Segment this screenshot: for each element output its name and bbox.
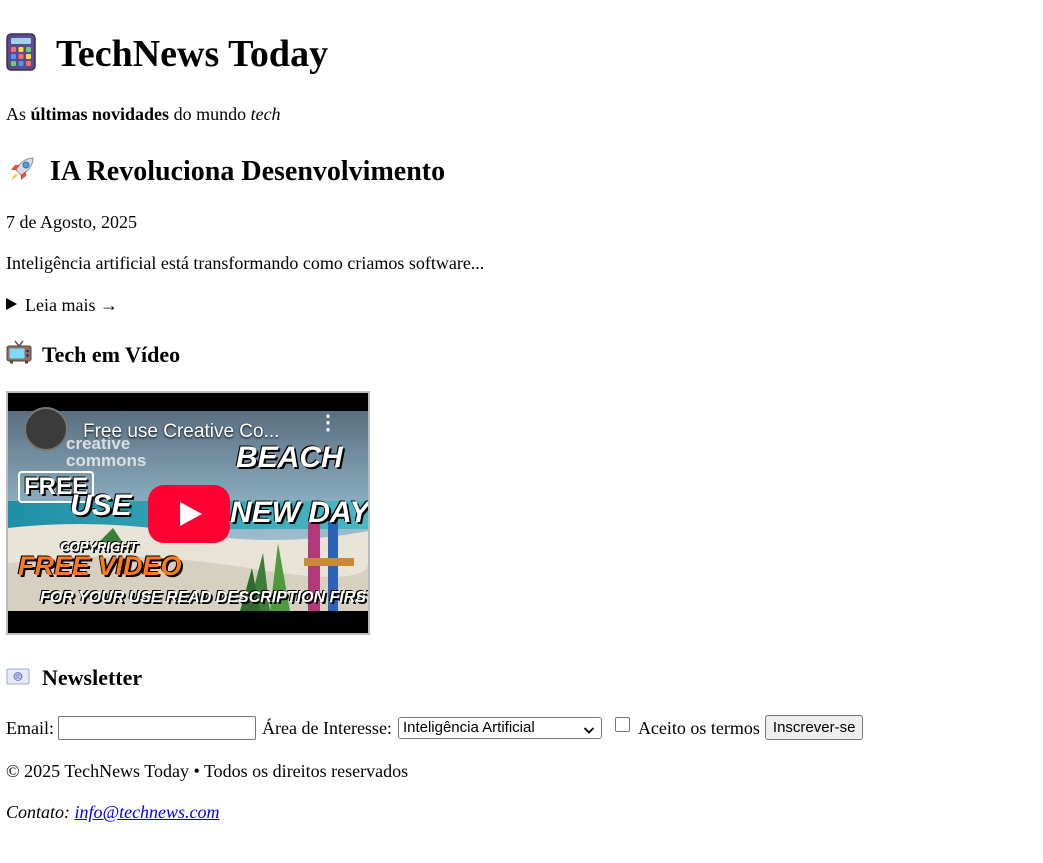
contact-label: Contato: [6, 802, 71, 822]
svg-text:@: @ [15, 673, 22, 681]
video-section-heading: Tech em Vídeo [42, 341, 181, 367]
rocket-icon [6, 153, 38, 190]
site-header: TechNews Today [6, 28, 328, 80]
article-header: IA Revoluciona Desenvolvimento [6, 153, 445, 190]
tagline-bold: últimas novidades [30, 104, 170, 124]
terms-label: Aceito os termos [637, 717, 760, 738]
read-more-label: Leia mais → [25, 295, 118, 315]
terms-checkbox[interactable] [614, 717, 630, 732]
article-date: 7 de Agosto, 2025 [6, 212, 138, 232]
interest-label: Área de Interesse: [262, 717, 392, 738]
disclosure-triangle-icon [6, 298, 17, 310]
more-options-icon[interactable]: ⋮ [318, 413, 338, 433]
interest-select[interactable]: Inteligência Artificial [397, 716, 602, 742]
channel-avatar[interactable] [24, 407, 68, 451]
video-title[interactable]: Free use Creative Co... [83, 421, 279, 443]
newsletter-header: @ Newsletter [6, 664, 142, 692]
email-label: Email: [6, 717, 54, 738]
video-section-header: Tech em Vídeo [6, 340, 180, 369]
video-embed[interactable]: creative commons Free use Creative Co...… [6, 391, 370, 635]
footer-contact: Contato: info@technews.com [6, 801, 220, 823]
read-more-toggle[interactable]: Leia mais → [6, 294, 118, 316]
email-field[interactable] [58, 715, 256, 740]
tagline: As últimas novidades do mundo tech [6, 103, 281, 125]
thumb-text-beach: BEACH [236, 441, 343, 474]
site-title: TechNews Today [56, 33, 329, 75]
newsletter-form: Email: Área de Interesse: Inteligência A… [6, 715, 864, 742]
subscribe-button[interactable]: Inscrever-se [764, 715, 864, 740]
thumb-text-new-days: NEW DAYS [230, 496, 370, 529]
thumb-text-free-video: FREE VIDEO [18, 551, 182, 581]
play-button[interactable] [148, 485, 230, 543]
tv-icon [6, 340, 32, 369]
contact-email-link[interactable]: info@technews.com [75, 802, 220, 822]
tagline-prefix: As [6, 104, 31, 124]
thumb-text-disclaimer: FOR YOUR USE READ DESCRIPTION FIRST [40, 589, 370, 606]
envelope-icon: @ [6, 666, 30, 691]
calculator-icon [6, 32, 36, 76]
thumb-text-use: USE [70, 489, 132, 522]
tagline-middle: do mundo [169, 104, 251, 124]
newsletter-heading: Newsletter [42, 665, 143, 690]
article-title: IA Revoluciona Desenvolvimento [50, 155, 446, 187]
footer-copyright: © 2025 TechNews Today • Todos os direito… [6, 761, 409, 781]
article-excerpt: Inteligência artificial está transforman… [6, 253, 485, 273]
interest-selected-value: Inteligência Artificial [402, 718, 535, 736]
chevron-down-icon [583, 722, 595, 742]
tagline-italic: tech [250, 104, 281, 124]
